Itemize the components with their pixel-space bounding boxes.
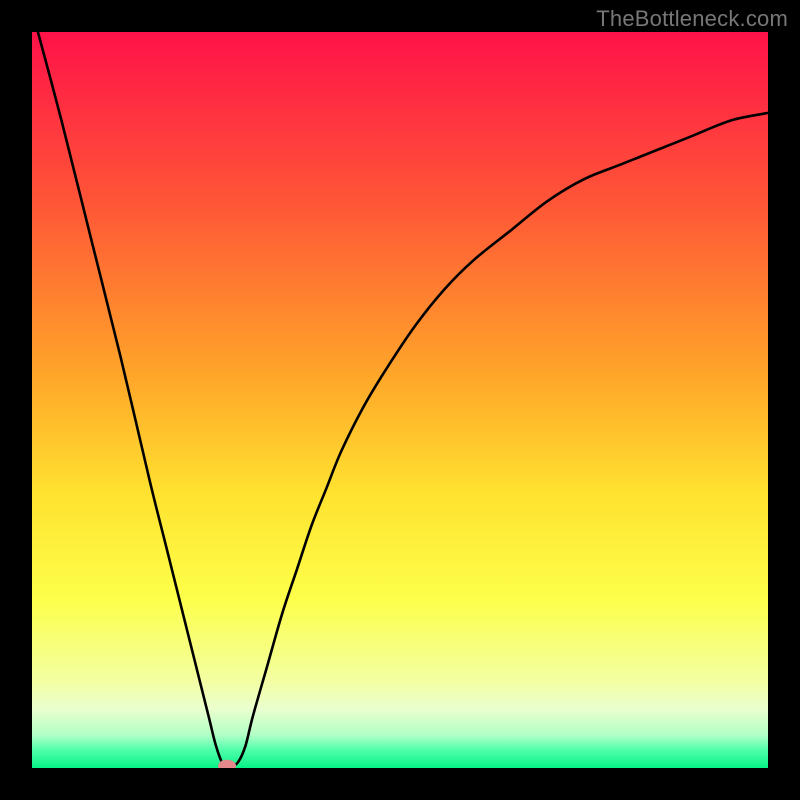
gradient-background [32, 32, 768, 768]
plot-area [32, 32, 768, 768]
chart-frame: TheBottleneck.com [0, 0, 800, 800]
chart-svg [32, 32, 768, 768]
watermark-text: TheBottleneck.com [596, 6, 788, 32]
